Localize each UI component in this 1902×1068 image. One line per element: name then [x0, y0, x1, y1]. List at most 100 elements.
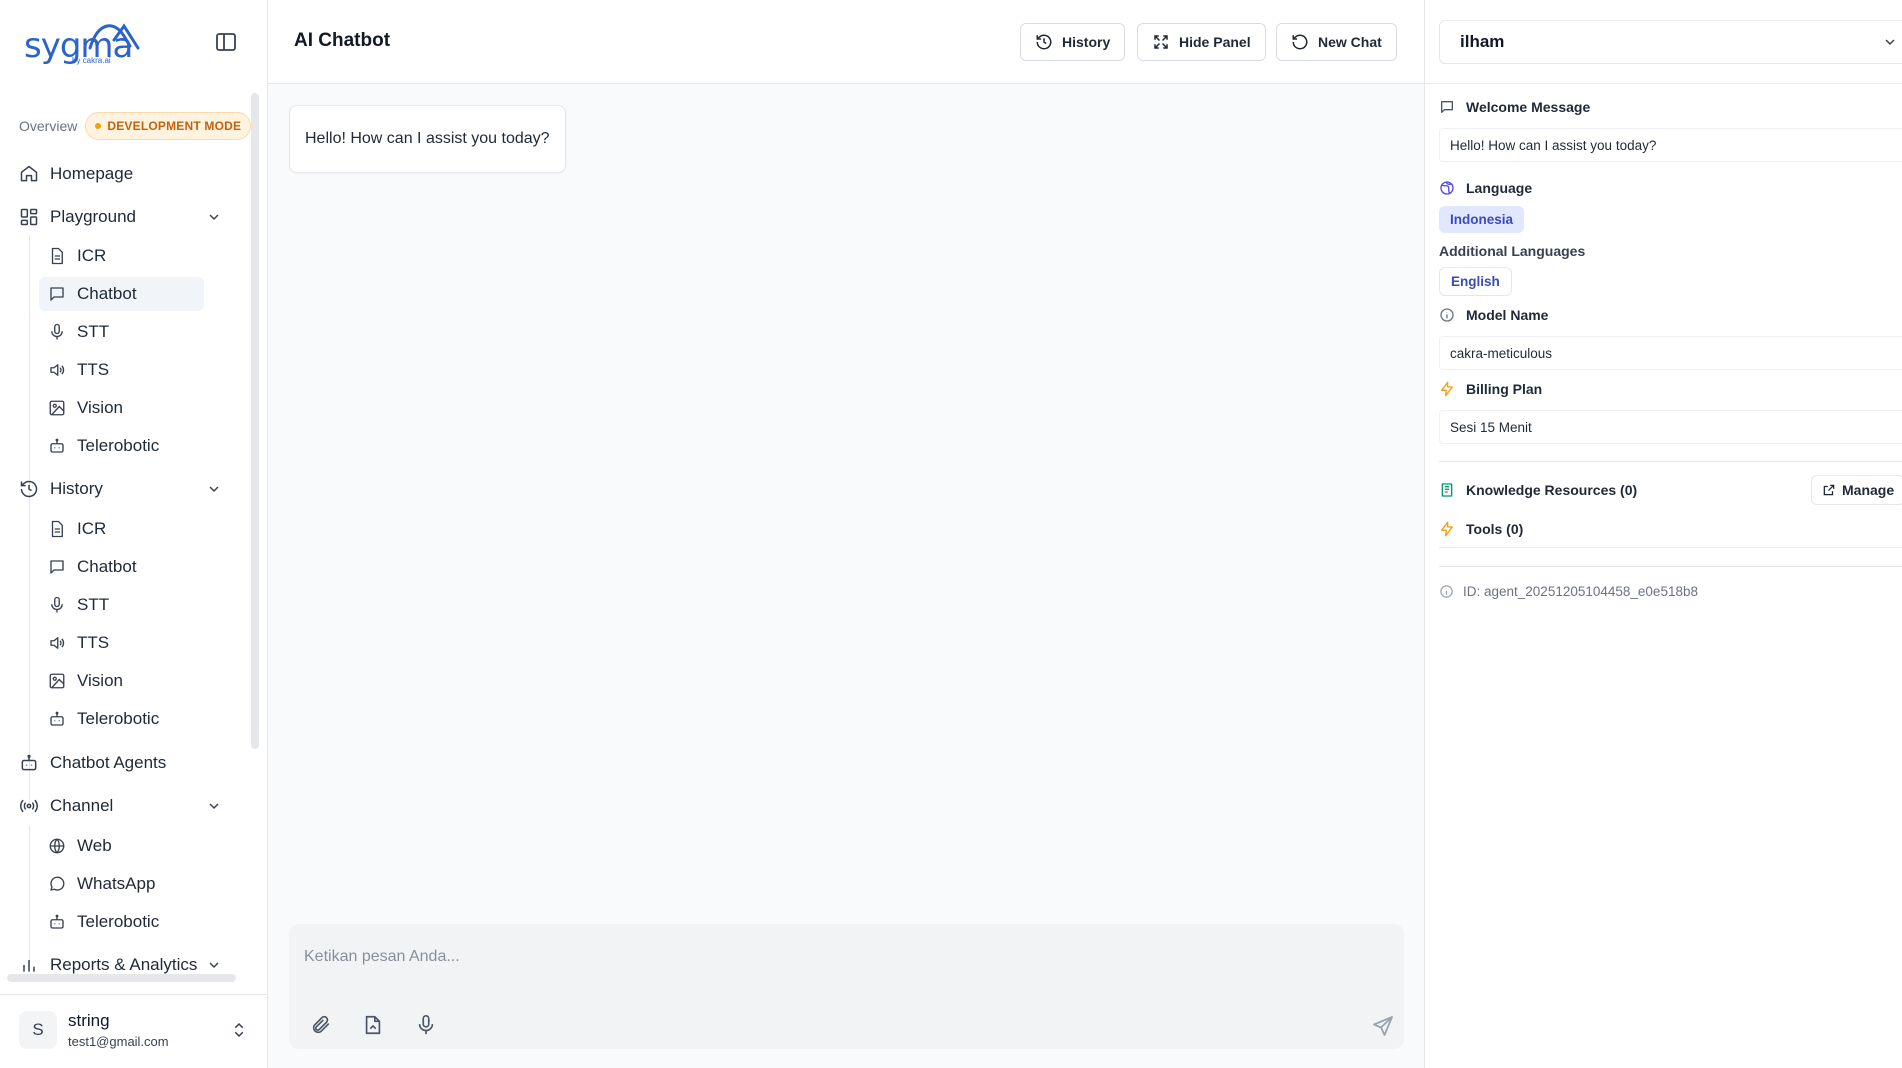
sidebar-item-label: Chatbot	[77, 557, 137, 576]
bar-chart-icon	[19, 955, 39, 974]
sidebar-item-history-tts[interactable]: TTS	[48, 626, 109, 660]
sidebar-item-history-icr[interactable]: ICR	[48, 512, 106, 546]
history-button[interactable]: History	[1020, 23, 1126, 61]
billing-plan-value: Sesi 15 Menit	[1439, 410, 1902, 444]
sidebar-item-playground-icr[interactable]: ICR	[48, 239, 106, 273]
sidebar-item-playground-tts[interactable]: TTS	[48, 353, 109, 387]
hide-panel-button[interactable]: Hide Panel	[1137, 23, 1266, 61]
sidebar-item-label: Channel	[50, 796, 114, 815]
info-icon	[1439, 584, 1454, 599]
image-icon	[48, 399, 66, 417]
welcome-message-label-row: Welcome Message	[1439, 99, 1590, 115]
sidebar-group-channel[interactable]: Channel	[19, 789, 113, 823]
knowledge-resources-row: Knowledge Resources (0)	[1439, 482, 1637, 498]
sidebar-vertical-scrollbar[interactable]	[251, 93, 259, 749]
sidebar-group-playground[interactable]: Playground	[19, 200, 136, 234]
sidebar-item-history-telerobotic[interactable]: Telerobotic	[48, 702, 159, 736]
status-dot-icon	[95, 123, 102, 129]
user-email: test1@gmail.com	[68, 1034, 169, 1049]
hide-panel-button-label: Hide Panel	[1179, 34, 1251, 50]
sidebar-item-label: Web	[77, 836, 112, 855]
sidebar-item-history-stt[interactable]: STT	[48, 588, 109, 622]
sidebar-group-reports[interactable]: Reports & Analytics	[19, 948, 197, 974]
history-icon	[19, 479, 39, 499]
language-chip: Indonesia	[1439, 206, 1525, 233]
chevron-down-icon[interactable]	[206, 798, 222, 814]
tools-row: Tools (0)	[1439, 521, 1523, 537]
panel-divider	[1439, 461, 1902, 462]
sidebar-item-label: Chatbot Agents	[50, 753, 167, 772]
paperclip-icon[interactable]	[310, 1014, 332, 1036]
speaker-icon	[48, 634, 66, 652]
chevron-down-icon[interactable]	[206, 209, 222, 225]
info-icon	[1439, 307, 1455, 323]
sidebar-group-history[interactable]: History	[19, 472, 103, 506]
main-header: AI Chatbot History Hide Panel New Chat	[268, 0, 1424, 84]
chat-main: AI Chatbot History Hide Panel New Chat H…	[268, 0, 1424, 1068]
book-icon	[1439, 482, 1455, 498]
knowledge-resources-label: Knowledge Resources (0)	[1466, 482, 1638, 498]
agent-select-value: ilham	[1460, 32, 1505, 51]
globe-icon	[48, 837, 66, 855]
sidebar-item-label: WhatsApp	[77, 874, 156, 893]
sidebar-item-playground-telerobotic[interactable]: Telerobotic	[48, 429, 159, 463]
sidebar-item-label: Telerobotic	[77, 436, 160, 455]
sidebar-item-playground-chatbot[interactable]: Chatbot	[39, 277, 204, 311]
new-chat-button[interactable]: New Chat	[1276, 23, 1397, 61]
refresh-icon	[1291, 33, 1309, 51]
speaker-icon	[48, 361, 66, 379]
chevron-down-icon[interactable]	[206, 957, 222, 973]
microphone-icon[interactable]	[415, 1014, 437, 1036]
microphone-icon	[48, 596, 66, 614]
file-upload-icon[interactable]	[362, 1014, 384, 1036]
agent-config-panel: ilham Welcome Message Hello! How can I a…	[1424, 0, 1902, 1068]
sidebar-item-history-chatbot[interactable]: Chatbot	[48, 550, 137, 584]
sidebar-item-label: Telerobotic	[77, 709, 160, 728]
chevron-down-icon[interactable]	[206, 481, 222, 497]
sidebar-item-homepage[interactable]: Homepage	[19, 157, 133, 191]
sidebar-item-label: TTS	[77, 360, 110, 379]
sidebar-item-channel-whatsapp[interactable]: WhatsApp	[48, 867, 155, 901]
microphone-icon	[48, 323, 66, 341]
sidebar-item-label: Chatbot	[77, 284, 137, 303]
logo-arc-icon	[88, 23, 140, 50]
page-title: AI Chatbot	[294, 30, 391, 51]
sidebar-horizontal-scrollbar[interactable]	[7, 974, 236, 982]
sidebar-item-playground-vision[interactable]: Vision	[48, 391, 123, 425]
sidebar-item-channel-telerobotic[interactable]: Telerobotic	[48, 905, 159, 939]
user-menu[interactable]: S string test1@gmail.com	[0, 994, 267, 1068]
sidebar-toggle-icon[interactable]	[214, 30, 238, 54]
agent-select[interactable]: ilham	[1439, 20, 1902, 64]
panel-header-divider	[1425, 83, 1902, 84]
message-input[interactable]	[304, 942, 1384, 972]
chevrons-up-down-icon[interactable]	[230, 1020, 248, 1040]
submenu-guide-line	[29, 826, 30, 966]
overview-row: Overview DEVELOPMENT MODE	[19, 112, 252, 140]
sygma-logo[interactable]: sygma by cakra.ai	[24, 18, 144, 68]
send-icon[interactable]	[1371, 1014, 1395, 1038]
lightning-icon	[1439, 381, 1455, 397]
language-globe-icon	[1439, 180, 1455, 196]
sidebar-item-history-vision[interactable]: Vision	[48, 664, 123, 698]
chat-messages: Hello! How can I assist you today?	[268, 84, 1424, 1068]
manage-knowledge-button[interactable]: Manage	[1811, 475, 1902, 505]
history-icon	[1035, 33, 1053, 51]
manage-button-label: Manage	[1842, 482, 1895, 498]
user-name: string	[68, 1011, 110, 1030]
sidebar-item-label: Homepage	[50, 164, 134, 183]
message-square-icon	[1439, 99, 1455, 115]
sidebar-item-label: Telerobotic	[77, 912, 160, 931]
sidebar-item-label: TTS	[77, 633, 110, 652]
sidebar-item-playground-stt[interactable]: STT	[48, 315, 109, 349]
welcome-message-value: Hello! How can I assist you today?	[1439, 128, 1902, 162]
sidebar-item-label: ICR	[77, 246, 107, 265]
sidebar-item-chatbot-agents[interactable]: Chatbot Agents	[19, 746, 166, 780]
assistant-message: Hello! How can I assist you today?	[289, 105, 566, 173]
document-icon	[48, 247, 66, 265]
model-name-value: cakra-meticulous	[1439, 336, 1902, 370]
external-link-icon	[1822, 483, 1836, 497]
sidebar-item-channel-web[interactable]: Web	[48, 829, 112, 863]
overview-label: Overview	[19, 118, 78, 134]
additional-language-chip: English	[1439, 267, 1512, 296]
development-mode-badge: DEVELOPMENT MODE	[85, 112, 252, 140]
